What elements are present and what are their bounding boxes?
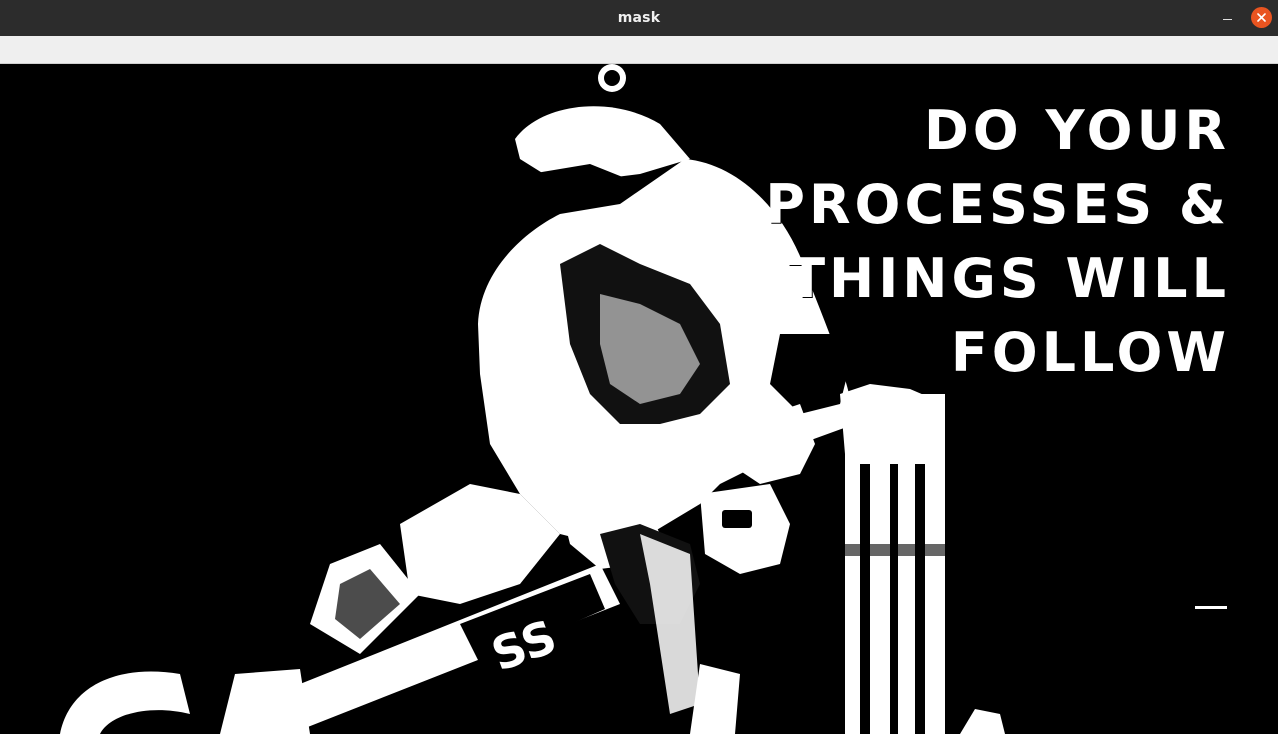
toolbar	[0, 36, 1278, 64]
quote-line-2: PROCESSES &	[765, 173, 1230, 236]
close-button[interactable]	[1251, 7, 1272, 28]
close-icon	[1257, 13, 1266, 22]
title-bar[interactable]: mask	[0, 0, 1278, 36]
quote-line-3: THINGS WILL	[788, 247, 1230, 310]
quote-text: DO YOUR PROCESSES & THINGS WILL FOLLOW	[765, 94, 1230, 390]
window-title: mask	[617, 10, 661, 26]
mask-image-canvas[interactable]: SS DO YOUR PROCESSES & THINGS WILL FOLLO…	[0, 64, 1278, 734]
quote-line-4: FOLLOW	[950, 321, 1230, 384]
quote-line-1: DO YOUR	[923, 99, 1230, 162]
minimize-button[interactable]	[1217, 8, 1237, 28]
image-viewer-window: mask SS DO YOUR PROCESSES & THINGS WILL …	[0, 0, 1278, 734]
minimize-icon	[1222, 19, 1232, 20]
